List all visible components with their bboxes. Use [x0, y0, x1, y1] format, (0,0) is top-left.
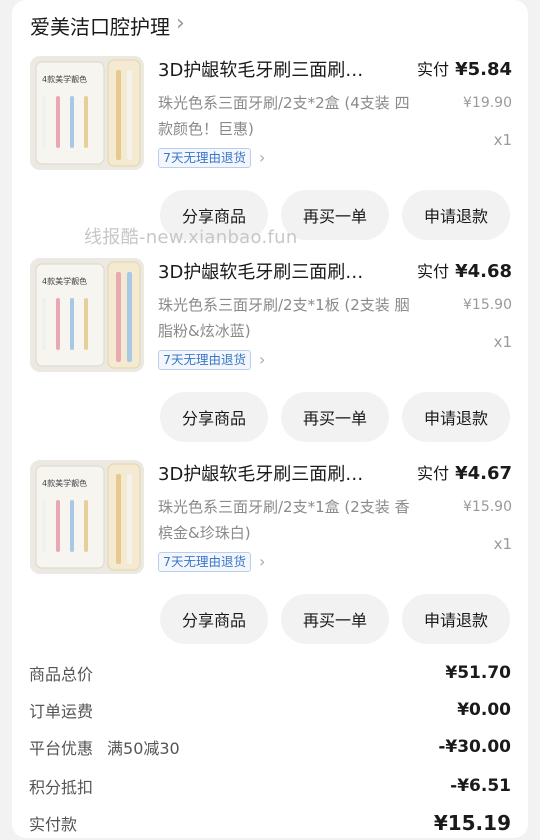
share-product-button[interactable]: 分享商品	[160, 392, 268, 442]
original-price: ¥15.90	[463, 297, 512, 313]
summary-row-shipping: 订单运费 ¥0.00	[12, 693, 528, 727]
chevron-right-icon: ›	[258, 552, 266, 571]
shop-name[interactable]: 爱美洁口腔护理	[30, 11, 170, 40]
paid-total-value: ¥15.19	[433, 811, 511, 835]
chevron-right-icon: ›	[258, 350, 266, 369]
product-thumbnail[interactable]: 4款美学靓色	[30, 460, 144, 574]
paid-price-group: 实付 ¥4.67	[417, 460, 512, 490]
summary-row-platform-discount: 平台优惠 满50减30 -¥30.00	[12, 730, 528, 764]
paid-price: ¥4.68	[455, 261, 512, 282]
request-refund-button[interactable]: 申请退款	[402, 594, 510, 644]
product-title[interactable]: 3D护龈软毛牙刷三面刷…	[158, 258, 398, 288]
summary-row-points: 积分抵扣 -¥6.51	[12, 769, 528, 803]
return-policy-badge: 7天无理由退货	[158, 148, 251, 168]
thumb-text: 4款美学靓色	[42, 276, 87, 286]
platform-discount-value: -¥30.00	[438, 737, 511, 757]
order-item[interactable]: 4款美学靓色 3D护龈软毛牙刷三面刷… 实付 ¥5.84 珠光色系三面牙刷/2支…	[12, 56, 528, 256]
buy-again-button[interactable]: 再买一单	[281, 594, 389, 644]
toothbrush-pack-image: 4款美学靓色	[30, 56, 144, 170]
platform-discount-label-group: 平台优惠 满50减30	[29, 735, 180, 759]
request-refund-button[interactable]: 申请退款	[402, 190, 510, 240]
paid-price: ¥4.67	[455, 463, 512, 484]
product-title[interactable]: 3D护龈软毛牙刷三面刷…	[158, 460, 398, 490]
points-label: 积分抵扣	[29, 778, 94, 797]
goods-total-value: ¥51.70	[445, 663, 511, 683]
paid-label: 实付	[417, 464, 450, 483]
product-thumbnail[interactable]: 4款美学靓色	[30, 258, 144, 372]
shop-header[interactable]: 爱美洁口腔护理 ›	[30, 8, 185, 42]
return-policy-badge: 7天无理由退货	[158, 552, 251, 572]
shipping-label: 订单运费	[29, 702, 94, 721]
share-product-button[interactable]: 分享商品	[160, 594, 268, 644]
paid-total-label: 实付款	[29, 815, 78, 834]
summary-row-goods-total: 商品总价 ¥51.70	[12, 656, 528, 690]
return-policy-link[interactable]: 7天无理由退货 ›	[158, 552, 265, 572]
return-policy-badge: 7天无理由退货	[158, 350, 251, 370]
product-title[interactable]: 3D护龈软毛牙刷三面刷…	[158, 56, 398, 86]
quantity: x1	[493, 535, 512, 553]
paid-label: 实付	[417, 60, 450, 79]
chevron-right-icon: ›	[258, 148, 266, 167]
sku-spec: 珠光色系三面牙刷/2支*1板 (2支装 胭脂粉&炫冰蓝)	[158, 296, 410, 340]
order-item[interactable]: 4款美学靓色 3D护龈软毛牙刷三面刷… 实付 ¥4.68 珠光色系三面牙刷/2支…	[12, 258, 528, 458]
order-item[interactable]: 4款美学靓色 3D护龈软毛牙刷三面刷… 实付 ¥4.67 珠光色系三面牙刷/2支…	[12, 460, 528, 660]
order-card: 爱美洁口腔护理 › 4款美学靓色 3D护龈软毛牙刷三面刷… 实付 ¥5.84 珠…	[12, 0, 528, 838]
goods-total-label: 商品总价	[29, 665, 94, 684]
points-value: -¥6.51	[450, 776, 511, 796]
sku-spec: 珠光色系三面牙刷/2支*1盒 (2支装 香槟金&珍珠白)	[158, 498, 410, 542]
return-policy-link[interactable]: 7天无理由退货 ›	[158, 350, 265, 370]
paid-price: ¥5.84	[455, 59, 512, 80]
original-price: ¥19.90	[463, 95, 512, 111]
buy-again-button[interactable]: 再买一单	[281, 190, 389, 240]
toothbrush-pack-image: 4款美学靓色	[30, 258, 144, 372]
paid-label: 实付	[417, 262, 450, 281]
product-thumbnail[interactable]: 4款美学靓色	[30, 56, 144, 170]
return-policy-link[interactable]: 7天无理由退货 ›	[158, 148, 265, 168]
chevron-right-icon: ›	[176, 11, 185, 36]
thumb-text: 4款美学靓色	[42, 74, 87, 84]
buy-again-button[interactable]: 再买一单	[281, 392, 389, 442]
request-refund-button[interactable]: 申请退款	[402, 392, 510, 442]
paid-price-group: 实付 ¥5.84	[417, 56, 512, 86]
share-product-button[interactable]: 分享商品	[160, 190, 268, 240]
platform-discount-note: 满50减30	[107, 739, 180, 758]
platform-discount-label: 平台优惠	[29, 739, 94, 758]
sku-spec: 珠光色系三面牙刷/2支*2盒 (4支装 四款颜色！巨惠)	[158, 94, 410, 138]
paid-price-group: 实付 ¥4.68	[417, 258, 512, 288]
original-price: ¥15.90	[463, 499, 512, 515]
toothbrush-pack-image: 4款美学靓色	[30, 460, 144, 574]
shipping-value: ¥0.00	[457, 700, 511, 720]
quantity: x1	[493, 131, 512, 149]
quantity: x1	[493, 333, 512, 351]
summary-row-paid: 实付款 ¥15.19	[12, 806, 528, 840]
thumb-text: 4款美学靓色	[42, 478, 87, 488]
